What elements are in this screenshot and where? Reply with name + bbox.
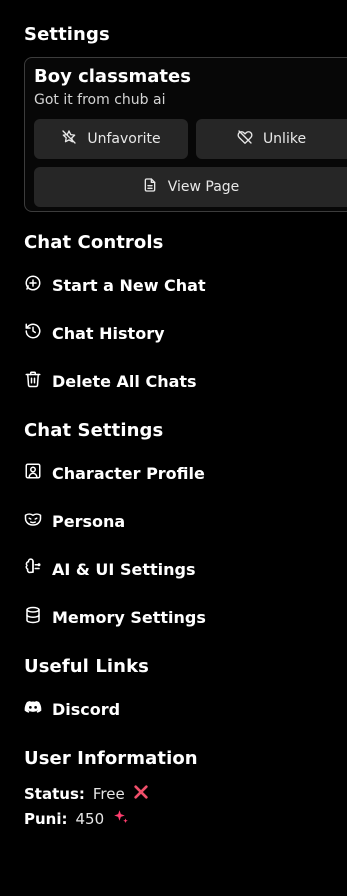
- chat-history-label: Chat History: [52, 323, 165, 343]
- settings-title: Settings: [24, 24, 110, 45]
- memory-settings-label: Memory Settings: [52, 607, 206, 627]
- view-page-label: View Page: [167, 179, 240, 195]
- chat-controls-title: Chat Controls: [24, 232, 164, 253]
- puni-value: 450: [75, 810, 105, 828]
- character-profile-label: Character Profile: [52, 463, 205, 483]
- status-label: Status:: [24, 785, 85, 803]
- mask-icon: [24, 510, 42, 532]
- history-icon: [24, 322, 42, 344]
- unfavorite-button[interactable]: Unfavorite: [34, 119, 188, 159]
- memory-settings-item[interactable]: Memory Settings: [24, 605, 206, 629]
- view-page-button[interactable]: View Page: [34, 167, 347, 207]
- trash-icon: [24, 370, 42, 392]
- database-icon: [24, 606, 42, 628]
- start-new-chat-item[interactable]: Start a New Chat: [24, 273, 206, 297]
- start-new-chat-label: Start a New Chat: [52, 275, 206, 295]
- discord-label: Discord: [52, 699, 121, 719]
- ai-ui-settings-label: AI & UI Settings: [52, 559, 196, 579]
- status-line: Status: Free: [24, 784, 149, 804]
- user-information-title: User Information: [24, 748, 198, 769]
- persona-label: Persona: [52, 511, 126, 531]
- ai-ui-settings-item[interactable]: AI & UI Settings: [24, 557, 195, 581]
- cross-mark-icon: [133, 784, 149, 804]
- status-value: Free: [92, 785, 125, 803]
- chat-settings-title: Chat Settings: [24, 420, 164, 441]
- delete-all-chats-item[interactable]: Delete All Chats: [24, 369, 197, 393]
- puni-line: Puni: 450: [24, 808, 130, 830]
- discord-icon: [24, 698, 42, 720]
- file-icon: [142, 177, 158, 197]
- character-tagline: Got it from chub ai: [34, 92, 166, 108]
- heart-off-icon: [237, 129, 253, 149]
- sparkles-icon: [112, 808, 130, 830]
- brain-icon: [24, 558, 42, 580]
- unlike-label: Unlike: [262, 131, 307, 147]
- message-plus-icon: [24, 274, 42, 296]
- delete-all-chats-label: Delete All Chats: [52, 371, 197, 391]
- puni-label: Puni:: [24, 810, 68, 828]
- persona-item[interactable]: Persona: [24, 509, 125, 533]
- chat-history-item[interactable]: Chat History: [24, 321, 165, 345]
- discord-link[interactable]: Discord: [24, 697, 120, 721]
- useful-links-title: Useful Links: [24, 656, 149, 677]
- star-off-icon: [61, 129, 77, 149]
- user-square-icon: [24, 462, 42, 484]
- unlike-button[interactable]: Unlike: [196, 119, 347, 159]
- character-name: Boy classmates: [34, 66, 191, 87]
- character-profile-item[interactable]: Character Profile: [24, 461, 205, 485]
- unfavorite-label: Unfavorite: [87, 131, 161, 147]
